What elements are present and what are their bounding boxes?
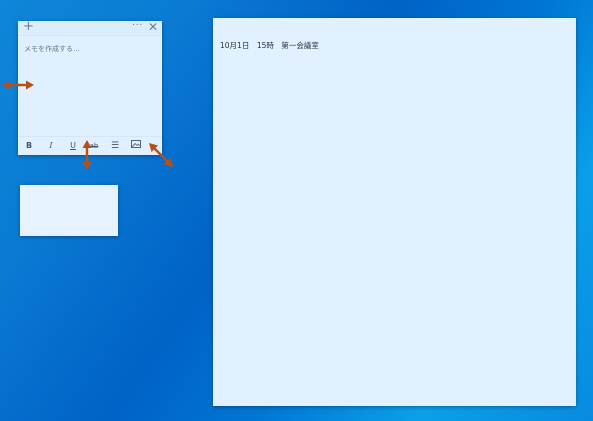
italic-button[interactable]: I bbox=[44, 140, 58, 152]
sticky-note-editor[interactable]: + ··· ✕ メモを作成する... B I U ab ☰ bbox=[18, 19, 162, 155]
underline-button[interactable]: U bbox=[66, 140, 80, 152]
note-content[interactable]: 10月1日 15時 第一会議室 bbox=[220, 40, 319, 51]
more-options-icon[interactable]: ··· bbox=[132, 19, 143, 33]
desktop-background: + ··· ✕ メモを作成する... B I U ab ☰ 10月1日 15時 … bbox=[0, 0, 593, 421]
note-header[interactable]: + ··· ✕ bbox=[18, 19, 162, 36]
note-input-placeholder[interactable]: メモを作成する... bbox=[24, 44, 80, 54]
image-icon[interactable] bbox=[129, 140, 143, 152]
close-icon[interactable]: ✕ bbox=[148, 20, 158, 34]
bold-button[interactable]: B bbox=[22, 140, 36, 152]
sticky-note-large[interactable]: 10月1日 15時 第一会議室 bbox=[213, 18, 576, 406]
format-toolbar: B I U ab ☰ bbox=[18, 136, 162, 155]
bullet-list-button[interactable]: ☰ bbox=[108, 140, 122, 152]
sticky-note-blank[interactable] bbox=[20, 185, 118, 236]
add-note-icon[interactable]: + bbox=[23, 20, 34, 34]
strikethrough-button[interactable]: ab bbox=[87, 140, 101, 152]
